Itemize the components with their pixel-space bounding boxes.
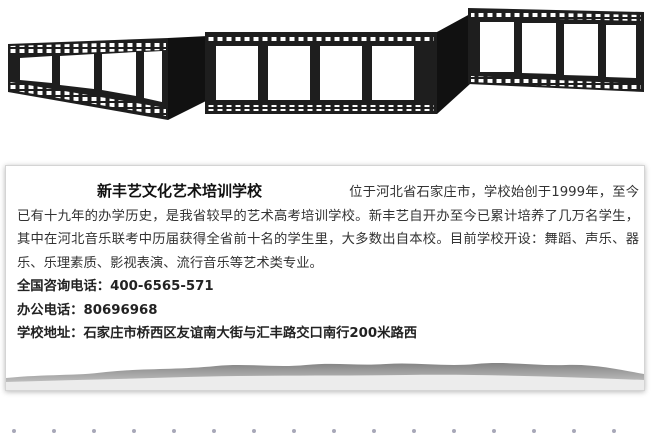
divider-dot bbox=[572, 429, 576, 433]
mountain-icon bbox=[6, 363, 644, 390]
film-segment-left bbox=[8, 38, 168, 120]
divider-dot bbox=[612, 429, 616, 433]
film-segment-right bbox=[437, 8, 644, 114]
filmstrip-icon bbox=[8, 8, 644, 120]
divider-dot bbox=[12, 429, 16, 433]
divider-dot bbox=[132, 429, 136, 433]
school-name: 新丰艺文化艺术培训学校 bbox=[97, 182, 263, 200]
divider-dot bbox=[292, 429, 296, 433]
divider-dot bbox=[492, 429, 496, 433]
address-text: 学校地址：石家庄市桥西区友谊南大街与汇丰路交口南行200米路西 bbox=[17, 326, 418, 341]
divider-dot bbox=[532, 429, 536, 433]
school-info-content: 新丰艺文化艺术培训学校 位于河北省石家庄市，学校始创于1999年，至今已有十九年的… bbox=[17, 180, 639, 346]
divider-dot bbox=[52, 429, 56, 433]
hotline-text: 全国咨询电话：400-6565-571 bbox=[17, 279, 214, 294]
divider-dot bbox=[372, 429, 376, 433]
divider-dot bbox=[92, 429, 96, 433]
divider-dot bbox=[212, 429, 216, 433]
divider-dot bbox=[412, 429, 416, 433]
divider-dot bbox=[252, 429, 256, 433]
divider-dot bbox=[172, 429, 176, 433]
dot-divider bbox=[12, 429, 616, 433]
film-segment-middle bbox=[168, 32, 437, 120]
office-phone-text: 办公电话：80696968 bbox=[17, 302, 158, 318]
divider-dot bbox=[332, 429, 336, 433]
divider-dot bbox=[452, 429, 456, 433]
school-info-card: 新丰艺文化艺术培训学校 位于河北省石家庄市，学校始创于1999年，至今已有十九年的… bbox=[5, 165, 645, 391]
school-intro: 新丰艺文化艺术培训学校 位于河北省石家庄市，学校始创于1999年，至今已有十九年的… bbox=[17, 180, 639, 275]
